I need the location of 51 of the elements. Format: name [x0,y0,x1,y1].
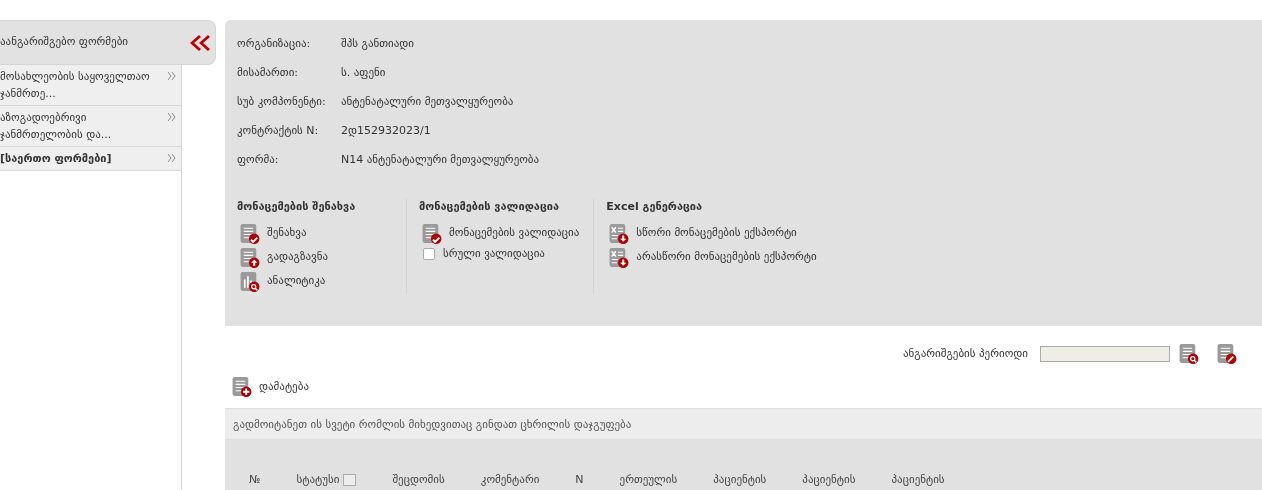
column-header[interactable]: პაციენტის [713,471,767,488]
period-label: ანგარიშგების პერიოდი [902,345,1028,362]
field-value: ანტენატალური მეთვალყურეობა [341,94,514,111]
document-check-icon [239,222,261,245]
column-header[interactable]: სტატუსი [296,471,340,488]
sidebar-item[interactable]: მოსახლეობის საყოველთაო ჯანმრთე... [0,65,181,106]
document-check-icon [421,222,443,245]
column-header[interactable]: ერთეულის [619,471,678,488]
group-title: მონაცემების ვალიდაცია [419,199,561,215]
field-value: ს. აფენი [341,65,386,82]
chart-search-icon [239,270,261,293]
add-button[interactable]: დამატება [229,375,311,399]
sidebar-item[interactable]: აზოგადოებრივი ჯანმრთელობის და... [0,106,181,147]
filter-icon[interactable] [343,473,357,486]
column-header[interactable]: პაციენტის [802,471,856,488]
field-value: შპს განთიადი [341,36,415,53]
chevron-icon [168,71,176,80]
field-label: ორგანიზაცია: [237,36,312,53]
column-header[interactable]: N [575,471,584,488]
checkbox-label: სრული ვალიდაცია [443,245,545,262]
clear-icon [1216,343,1238,365]
action-button[interactable]: შენახვა [237,221,309,246]
group-by-hint: გადმოიტანეთ ის სვეტი რომლის მიხედვითაც გინდათ ცხრილის დაჯგუფება [225,408,1262,440]
column-header[interactable]: პაციენტის [891,471,945,488]
field-label: ფორმა: [237,152,280,169]
period-field[interactable] [1040,346,1170,362]
field-label: მისამართი: [237,65,300,82]
field-value: N14 ანტენატალური მეთვალყურეობა [341,152,540,169]
sidebar-title: აანგარიშგებო ფორმები [0,34,129,51]
chevron-icon [168,153,176,162]
field-label: კონტრაქტის N: [237,123,320,140]
action-button[interactable]: სწორი მონაცემების ექსპორტი [606,221,799,246]
field-label: სუბ კომპონენტი: [237,94,327,111]
column-header[interactable]: შეცდომის [392,471,445,488]
column-header[interactable]: № [249,471,261,488]
spreadsheet-download-icon [608,246,631,269]
field-value: 2დ152932023/1 [341,123,431,140]
group-title: მონაცემების შენახვა [237,199,357,215]
document-upload-icon [239,246,261,269]
action-button[interactable]: გადაგზავნა [237,245,330,270]
search-icon [1178,343,1200,365]
add-icon [231,376,253,398]
checkbox[interactable] [423,247,435,260]
sidebar-item[interactable]: [საერთო ფორმები] [0,147,181,171]
action-button[interactable]: მონაცემების ვალიდაცია [419,221,582,246]
action-button[interactable]: ანალიტიკა [237,269,328,294]
chevron-icon [168,112,176,121]
column-header[interactable]: კომენტარი [480,471,540,488]
action-button[interactable]: არასწორი მონაცემების ექსპორტი [606,245,819,270]
spreadsheet-download-icon [608,222,631,245]
group-title: Excel გენერაცია [606,199,704,215]
